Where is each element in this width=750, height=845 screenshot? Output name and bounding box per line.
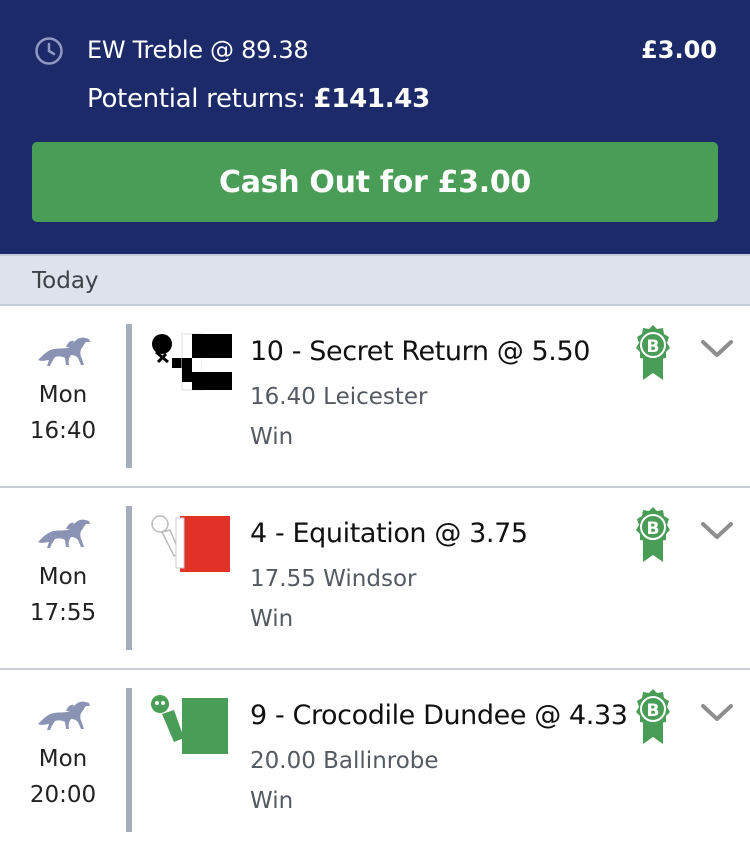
leg-day: Mon — [38, 746, 88, 772]
leg-time: 20:00 — [29, 782, 97, 808]
stake-amount: £3.00 — [641, 36, 717, 64]
jockey-silk-icon — [151, 515, 230, 572]
chevron-down-icon[interactable] — [700, 520, 734, 542]
leg-day: Mon — [38, 382, 88, 408]
svg-text:B: B — [647, 337, 660, 357]
leg-divider — [126, 688, 132, 832]
cash-out-button[interactable]: Cash Out for £3.00 — [32, 142, 718, 222]
chevron-down-icon[interactable] — [700, 338, 734, 360]
horse-racing-icon — [38, 701, 90, 730]
svg-text:B: B — [647, 701, 660, 721]
section-header: Today — [0, 254, 750, 306]
returns-label: Potential returns: — [87, 84, 306, 114]
leg-divider — [126, 324, 132, 468]
bet-header: EW Treble @ 89.38 £3.00 Potential return… — [0, 0, 750, 254]
boost-badge-icon: B — [636, 507, 670, 562]
market-type: Win — [250, 788, 294, 814]
bet-leg: Mon 17:55 4 - Equitation @ 3.75 17.55 Wi… — [0, 488, 750, 670]
selection-name: 9 - Crocodile Dundee @ 4.33 — [250, 700, 628, 731]
svg-text:B: B — [647, 519, 660, 539]
section-label: Today — [32, 268, 99, 294]
bet-leg: Mon 20:00 9 - Crocodile Dundee @ 4.33 20… — [0, 670, 750, 845]
race-info: 16.40 Leicester — [250, 384, 428, 410]
boost-badge-icon: B — [636, 325, 670, 380]
leg-day: Mon — [38, 564, 88, 590]
selection-name: 4 - Equitation @ 3.75 — [250, 518, 528, 549]
bet-title: EW Treble @ 89.38 — [87, 36, 309, 64]
returns-value: £141.43 — [313, 84, 431, 114]
horse-racing-icon — [38, 337, 90, 366]
horse-racing-icon — [38, 519, 90, 548]
race-info: 20.00 Ballinrobe — [250, 748, 439, 774]
chevron-down-icon[interactable] — [700, 702, 734, 724]
jockey-silk-icon — [152, 333, 232, 391]
bet-leg: Mon 16:40 10 - Secret Return @ 5.50 16.4… — [0, 306, 750, 488]
market-type: Win — [250, 424, 294, 450]
leg-time: 17:55 — [29, 600, 97, 626]
clock-icon — [35, 37, 63, 65]
potential-returns: Potential returns: £141.43 — [87, 84, 430, 114]
selection-name: 10 - Secret Return @ 5.50 — [250, 336, 591, 367]
jockey-silk-icon — [151, 695, 228, 754]
leg-divider — [126, 506, 132, 650]
market-type: Win — [250, 606, 294, 632]
race-info: 17.55 Windsor — [250, 566, 417, 592]
boost-badge-icon: B — [636, 689, 670, 744]
leg-time: 16:40 — [29, 418, 97, 444]
